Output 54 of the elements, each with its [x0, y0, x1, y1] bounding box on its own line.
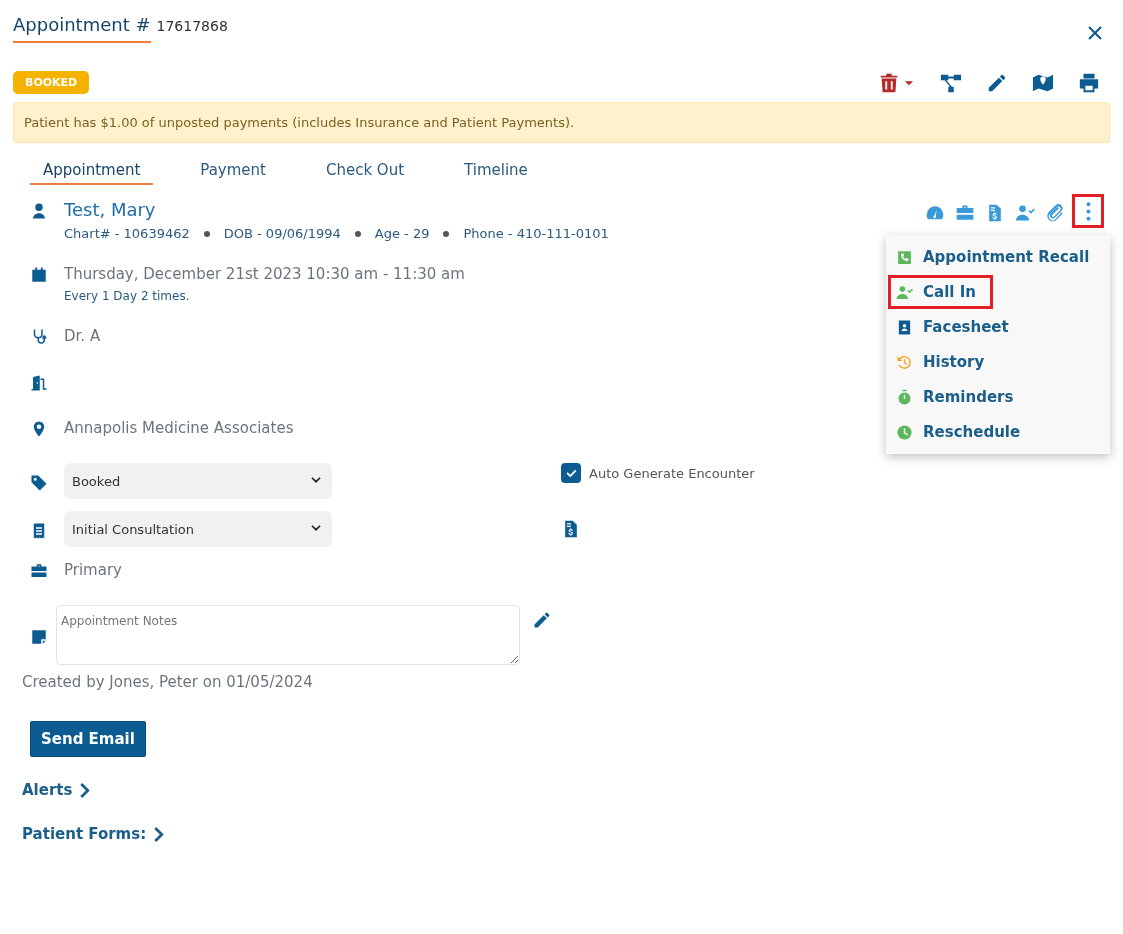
recurrence-text: Every 1 Day 2 times. — [64, 289, 191, 303]
send-email-button[interactable]: Send Email — [30, 721, 146, 757]
status-badge: BOOKED — [13, 71, 90, 94]
provider-name: Dr. A — [64, 327, 101, 345]
tag-icon — [30, 473, 48, 492]
tab[interactable]: Timeline — [451, 155, 541, 185]
tab[interactable]: Payment — [187, 155, 279, 185]
patient-detail: Chart# - 10639462 — [64, 226, 190, 241]
patient-detail: Age - 29 — [374, 226, 430, 241]
briefcase-icon — [955, 203, 975, 223]
section-toggle[interactable]: Alerts — [22, 781, 91, 799]
unposted-payments-alert: Patient has $1.00 of unposted payments (includes Insurance and Patient Payments). — [13, 102, 1110, 143]
door-icon — [30, 374, 48, 392]
status-select[interactable]: Booked — [64, 463, 332, 499]
calendar-icon — [30, 266, 48, 284]
chevron-right-icon — [154, 826, 165, 842]
patient-detail: Phone - 410-111-0101 — [463, 226, 609, 241]
location-name: Annapolis Medicine Associates — [64, 419, 294, 437]
menu-item[interactable]: Call In — [888, 275, 993, 309]
user-check-icon — [1015, 203, 1035, 223]
pencil-icon[interactable] — [532, 610, 552, 630]
more-icon — [1085, 201, 1091, 221]
chevron-right-icon — [80, 782, 91, 798]
separator-dot — [443, 230, 450, 237]
menu-item[interactable]: History — [888, 345, 993, 379]
auto-generate-checkbox[interactable] — [561, 463, 581, 483]
checkbox-label: Auto Generate Encounter — [589, 465, 755, 481]
menu-item[interactable]: Reminders — [888, 380, 1022, 414]
tab[interactable]: Appointment — [30, 155, 154, 185]
appointment-number: 17617868 — [156, 18, 228, 34]
window-title: Appointment # — [13, 14, 151, 43]
appointment-notes-field[interactable]: Appointment Notes — [56, 605, 520, 665]
created-by-text: Created by Jones, Peter on 01/05/2024 — [22, 673, 313, 691]
close-icon[interactable] — [1086, 24, 1104, 42]
menu-item[interactable]: Reschedule — [888, 415, 1029, 449]
patient-detail: DOB - 09/06/1994 — [223, 226, 341, 241]
print-icon[interactable] — [1078, 71, 1100, 94]
separator-dot — [354, 230, 361, 237]
section-toggle[interactable]: Patient Forms: — [22, 825, 165, 843]
appointment-datetime: Thursday, December 21st 2023 10:30 am - 11:30 am — [64, 265, 465, 283]
paperclip-icon — [1045, 203, 1065, 223]
separator-dot — [203, 230, 210, 237]
insurance-type: Primary — [64, 561, 122, 579]
delete-dropdown[interactable] — [878, 71, 916, 94]
user-icon — [30, 202, 48, 220]
appointment-type-select[interactable]: Initial Consultation — [64, 511, 332, 547]
note-icon — [30, 627, 48, 646]
menu-item[interactable]: Facesheet — [888, 310, 1017, 344]
menu-item[interactable]: Appointment Recall — [888, 240, 1098, 274]
patient-name[interactable]: Test, Mary — [64, 199, 609, 220]
more-button[interactable] — [1072, 194, 1104, 228]
tab[interactable]: Check Out — [312, 155, 418, 185]
briefcase-icon — [30, 562, 48, 580]
trash-icon — [878, 71, 900, 94]
